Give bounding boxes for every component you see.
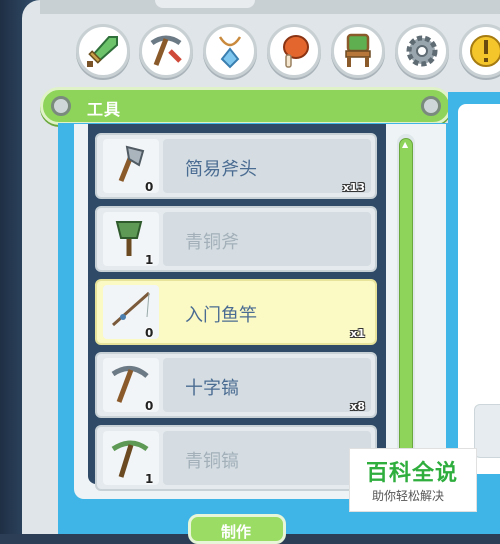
craft-quantity: x8 [350, 400, 365, 413]
owned-count: 1 [145, 472, 154, 486]
recipe-item[interactable]: 1 青铜斧 [95, 206, 377, 272]
top-tab-stub [155, 0, 255, 8]
gear-icon [406, 35, 438, 67]
scrollbar-thumb[interactable] [399, 138, 413, 482]
category-tab-tools[interactable] [139, 24, 193, 78]
watermark-title: 百科全说 [366, 461, 459, 486]
category-tab-misc[interactable] [459, 24, 500, 78]
detail-slot [474, 404, 500, 458]
recipe-item[interactable]: 0 十字镐 x8 [95, 352, 377, 418]
category-title: 工具 [87, 100, 122, 119]
recipe-item-selected[interactable]: 0 入门鱼竿 x1 [95, 279, 377, 345]
craft-button-label: 制作 [221, 523, 252, 541]
craft-quantity: x13 [342, 181, 365, 194]
item-name: 青铜斧 [185, 232, 239, 253]
item-name: 简易斧头 [185, 159, 257, 180]
owned-count: 0 [145, 180, 154, 194]
chair-icon [345, 33, 371, 67]
pickaxe-icon [150, 35, 182, 66]
owned-count: 0 [145, 399, 154, 413]
item-name: 十字镐 [185, 378, 239, 399]
category-tab-food[interactable] [267, 24, 321, 78]
category-tab-accessories[interactable] [203, 24, 257, 78]
scroll-up-arrow-icon[interactable]: ▲ [402, 140, 408, 149]
owned-count: 0 [145, 326, 154, 340]
header-knob-left [51, 96, 71, 116]
amulet-icon [218, 36, 242, 69]
item-name: 青铜镐 [185, 451, 239, 472]
category-tab-weapons[interactable] [76, 24, 130, 78]
recipe-item[interactable]: 0 简易斧头 x13 [95, 133, 377, 199]
top-strip [40, 0, 500, 14]
meat-icon [283, 35, 309, 68]
header-knob-right [421, 96, 441, 116]
watermark-subtitle: 助你轻松解决 [372, 489, 445, 503]
craft-quantity: x1 [350, 327, 365, 340]
category-tab-furniture[interactable] [331, 24, 385, 78]
sword-icon [87, 36, 118, 67]
watermark: 百科全说 助你轻松解决 [349, 448, 477, 512]
category-header: 工具 [40, 87, 452, 125]
item-name: 入门鱼竿 [185, 305, 257, 326]
craft-button[interactable]: 制作 [188, 514, 286, 544]
recipe-item[interactable]: 1 青铜镐 [95, 425, 377, 491]
exclamation-icon [470, 35, 500, 67]
owned-count: 1 [145, 253, 154, 267]
category-tab-parts[interactable] [395, 24, 449, 78]
